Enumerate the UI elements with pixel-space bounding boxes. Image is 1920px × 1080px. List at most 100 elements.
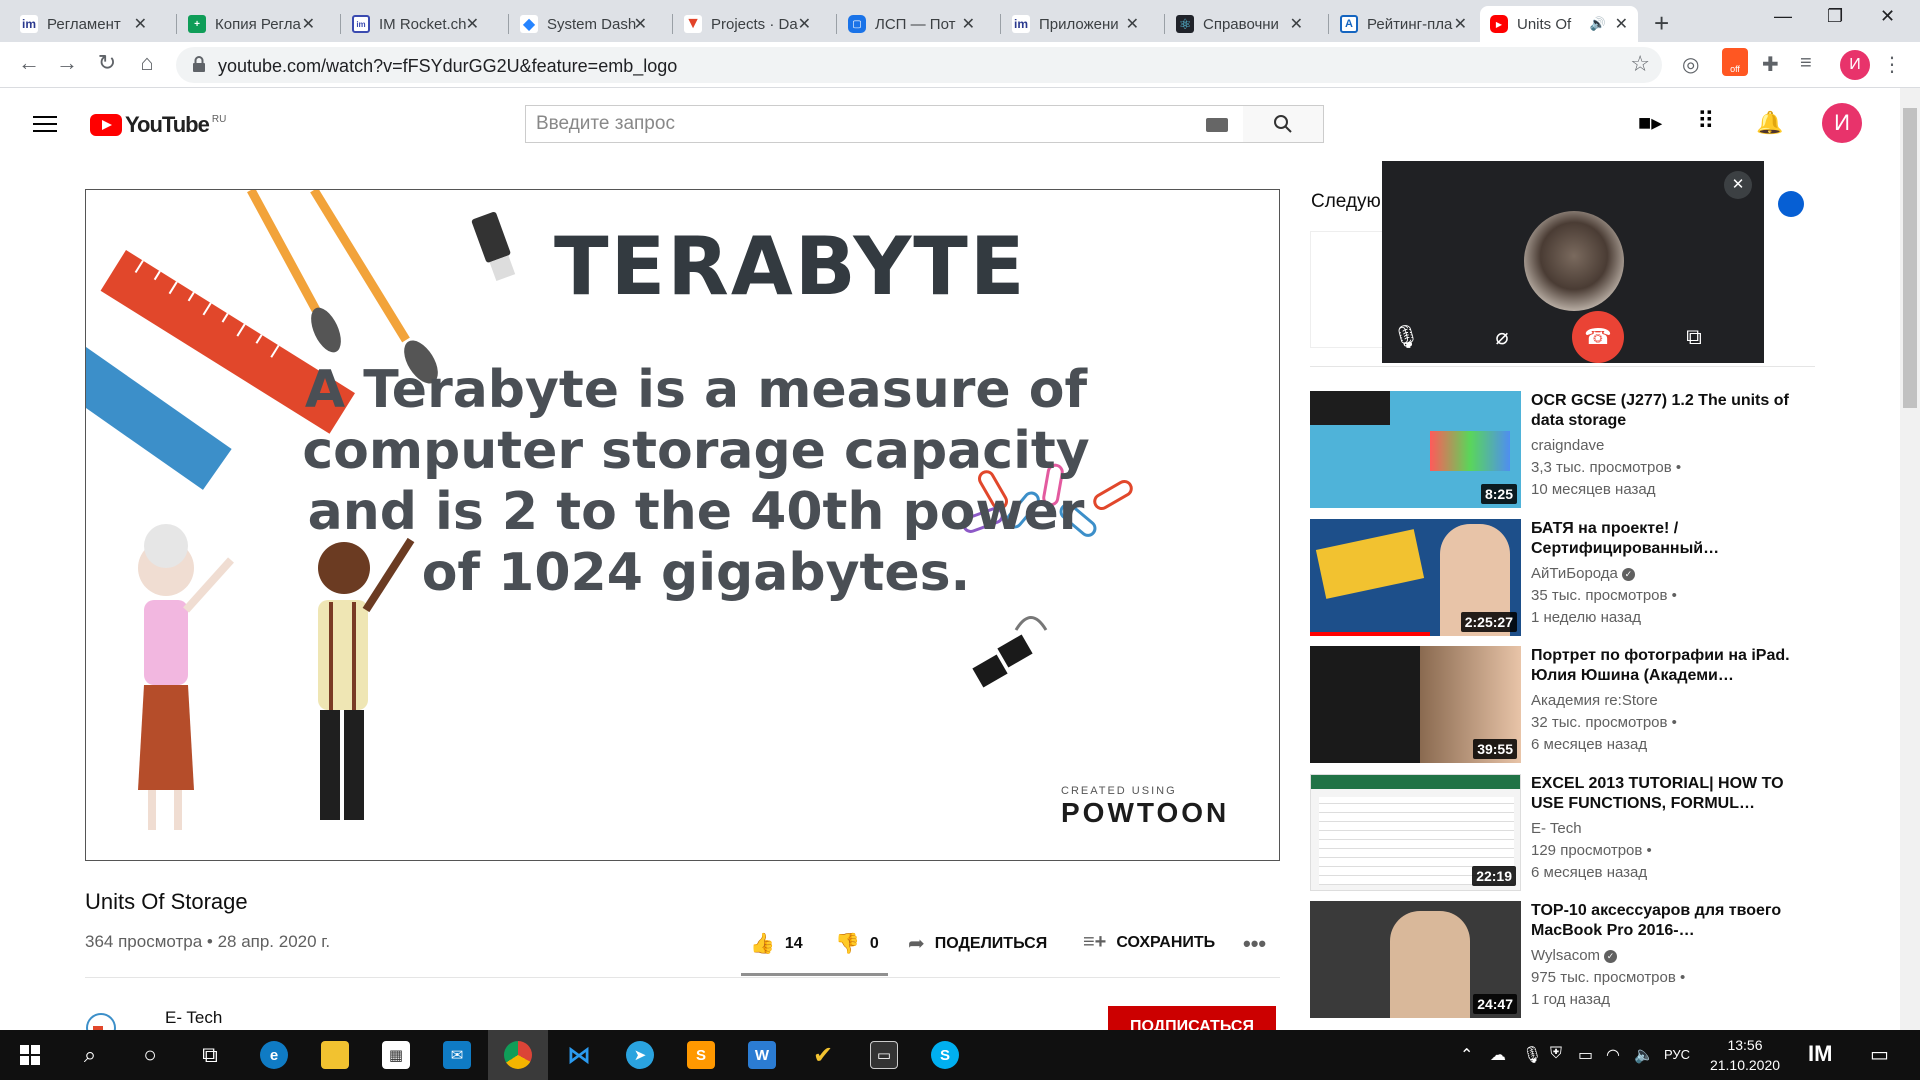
- save-button[interactable]: ≡+ СОХРАНИТЬ: [1083, 931, 1215, 954]
- wifi-icon[interactable]: ◠: [1606, 1045, 1620, 1065]
- notification-center-icon[interactable]: ▭: [1870, 1042, 1889, 1067]
- channel-name[interactable]: Wylsacom ✓: [1531, 945, 1791, 967]
- more-actions-button[interactable]: •••: [1243, 931, 1266, 957]
- recommended-video[interactable]: 39:55 Портрет по фотографии на iPad. Юли…: [1310, 646, 1870, 766]
- window-close-button[interactable]: ✕: [1880, 6, 1895, 27]
- media-controls-icon[interactable]: ≡: [1800, 52, 1812, 75]
- youtube-account-avatar[interactable]: И: [1822, 103, 1862, 143]
- recommended-video[interactable]: 24:47 TOP-10 аксессуаров для твоего MacB…: [1310, 901, 1870, 1021]
- terminal-icon[interactable]: ▭: [854, 1030, 914, 1080]
- todo-icon[interactable]: ✔: [793, 1030, 853, 1080]
- browser-tab-apps[interactable]: im Приложени ✕: [1002, 6, 1149, 42]
- security-icon[interactable]: ⛨: [1550, 1045, 1562, 1063]
- browser-profile-avatar[interactable]: И: [1840, 50, 1870, 80]
- close-icon[interactable]: ✕: [302, 14, 315, 34]
- close-icon[interactable]: ✕: [1615, 14, 1628, 34]
- scrollbar-thumb[interactable]: [1903, 108, 1917, 408]
- close-icon[interactable]: ✕: [466, 14, 479, 34]
- autoplay-toggle[interactable]: [1778, 191, 1804, 217]
- search-button[interactable]: [1243, 105, 1324, 143]
- video-title[interactable]: OCR GCSE (J277) 1.2 The units of data st…: [1531, 391, 1791, 431]
- notifications-bell-icon[interactable]: 🔔: [1756, 110, 1783, 136]
- recommended-video[interactable]: 8:25 OCR GCSE (J277) 1.2 The units of da…: [1310, 391, 1870, 511]
- pop-out-button[interactable]: ⧉: [1668, 311, 1720, 363]
- vscode-icon[interactable]: ⋈: [549, 1030, 609, 1080]
- subscribe-button[interactable]: ПОДПИСАТЬСЯ: [1108, 1006, 1276, 1030]
- battery-icon[interactable]: ▭: [1578, 1045, 1593, 1065]
- browser-tab-reglament[interactable]: im Регламент ✕: [10, 6, 157, 42]
- tray-overflow-icon[interactable]: ⌃: [1460, 1045, 1473, 1065]
- search-icon[interactable]: ⌕: [60, 1030, 120, 1080]
- video-thumbnail[interactable]: 2:25:27: [1310, 519, 1521, 636]
- video-thumbnail[interactable]: 22:19: [1310, 774, 1521, 891]
- chrome-icon[interactable]: [488, 1030, 548, 1080]
- recommended-video[interactable]: 22:19 EXCEL 2013 TUTORIAL| HOW TO USE FU…: [1310, 774, 1870, 894]
- store-icon[interactable]: ▦: [366, 1030, 426, 1080]
- task-view-icon[interactable]: ⧉: [180, 1030, 240, 1080]
- lock-icon[interactable]: [192, 56, 206, 72]
- page-scrollbar[interactable]: [1900, 88, 1920, 1030]
- home-button[interactable]: ⌂: [132, 50, 162, 76]
- reload-button[interactable]: ↻: [92, 50, 122, 76]
- extension-circle-icon[interactable]: ◎: [1682, 52, 1699, 77]
- minimize-button[interactable]: —: [1774, 6, 1792, 27]
- sublime-text-icon[interactable]: S: [671, 1030, 731, 1080]
- clock[interactable]: 13:56 21.10.2020: [1700, 1035, 1790, 1075]
- close-icon[interactable]: ✕: [1126, 14, 1139, 34]
- guide-menu-icon[interactable]: [33, 116, 57, 137]
- browser-tab-reference[interactable]: ⚛ Справочни ✕: [1166, 6, 1313, 42]
- im-tray-icon[interactable]: IM: [1808, 1041, 1832, 1067]
- search-box[interactable]: [525, 105, 1244, 143]
- language-indicator[interactable]: РУС: [1664, 1047, 1690, 1062]
- close-icon[interactable]: ✕: [634, 14, 647, 34]
- close-icon[interactable]: ✕: [1290, 14, 1303, 34]
- close-icon[interactable]: ✕: [1724, 171, 1752, 199]
- channel-name[interactable]: craigndave: [1531, 435, 1791, 457]
- browser-tab-rating[interactable]: A Рейтинг-пла ✕: [1330, 6, 1477, 42]
- microphone-icon[interactable]: 🎙: [1522, 1045, 1542, 1065]
- close-icon[interactable]: ✕: [962, 14, 975, 34]
- cortana-icon[interactable]: ○: [120, 1030, 180, 1080]
- browser-tab-lsp[interactable]: ▢ ЛСП — Пот ✕: [838, 6, 985, 42]
- keyboard-icon[interactable]: [1206, 118, 1228, 132]
- start-button[interactable]: [0, 1030, 60, 1080]
- browser-tab-rocket-chat[interactable]: im IM Rocket.ch ✕: [342, 6, 489, 42]
- close-icon[interactable]: ✕: [134, 14, 147, 34]
- video-player[interactable]: TERABYTE A Terabyte is a measure of comp…: [85, 189, 1280, 861]
- channel-name[interactable]: АйТиБорода ✓: [1531, 563, 1791, 585]
- forward-button[interactable]: →: [52, 50, 82, 76]
- video-thumbnail[interactable]: 39:55: [1310, 646, 1521, 763]
- video-title[interactable]: EXCEL 2013 TUTORIAL| HOW TO USE FUNCTION…: [1531, 774, 1791, 814]
- video-title[interactable]: Портрет по фотографии на iPad. Юлия Юшин…: [1531, 646, 1791, 686]
- youtube-logo[interactable]: YouTube RU: [90, 112, 226, 138]
- video-title[interactable]: TOP-10 аксессуаров для твоего MacBook Pr…: [1531, 901, 1791, 941]
- video-thumbnail[interactable]: 8:25: [1310, 391, 1521, 508]
- file-explorer-icon[interactable]: [305, 1030, 365, 1080]
- back-button[interactable]: ←: [14, 50, 44, 76]
- address-bar[interactable]: youtube.com/watch?v=fFSYdurGG2U&feature=…: [176, 47, 1662, 83]
- bookmark-star-icon[interactable]: ☆: [1630, 51, 1650, 77]
- channel-name[interactable]: Академия re:Store: [1531, 690, 1791, 712]
- browser-tab-gitlab[interactable]: ▼ Projects · Da ✕: [674, 6, 821, 42]
- search-input[interactable]: [526, 106, 1166, 142]
- mic-off-button[interactable]: 🎙: [1380, 311, 1432, 363]
- extension-off-icon[interactable]: off: [1722, 48, 1748, 76]
- word-icon[interactable]: W: [732, 1030, 792, 1080]
- browser-tab-youtube[interactable]: ▶ Units Of 🔊 ✕: [1480, 6, 1638, 42]
- channel-name[interactable]: E- Tech: [1531, 818, 1791, 840]
- video-thumbnail[interactable]: 24:47: [1310, 901, 1521, 1018]
- speaker-icon[interactable]: 🔊: [1590, 16, 1606, 32]
- channel-name[interactable]: E- Tech: [165, 1008, 222, 1028]
- volume-icon[interactable]: 🔈: [1634, 1045, 1654, 1065]
- like-button[interactable]: 👍 14: [750, 931, 803, 956]
- browser-tab-system-dash[interactable]: ◆ System Dash ✕: [510, 6, 657, 42]
- video-title[interactable]: БАТЯ на проекте! / Сертифицированный…: [1531, 519, 1791, 559]
- new-tab-button[interactable]: +: [1654, 8, 1669, 39]
- mail-icon[interactable]: ✉: [427, 1030, 487, 1080]
- create-video-icon[interactable]: ■▸: [1638, 110, 1662, 136]
- dislike-button[interactable]: 👎 0: [835, 931, 879, 956]
- close-icon[interactable]: ✕: [1454, 14, 1467, 34]
- maximize-button[interactable]: ❐: [1827, 6, 1843, 27]
- camera-off-button[interactable]: ⌀: [1476, 311, 1528, 363]
- close-icon[interactable]: ✕: [798, 14, 811, 34]
